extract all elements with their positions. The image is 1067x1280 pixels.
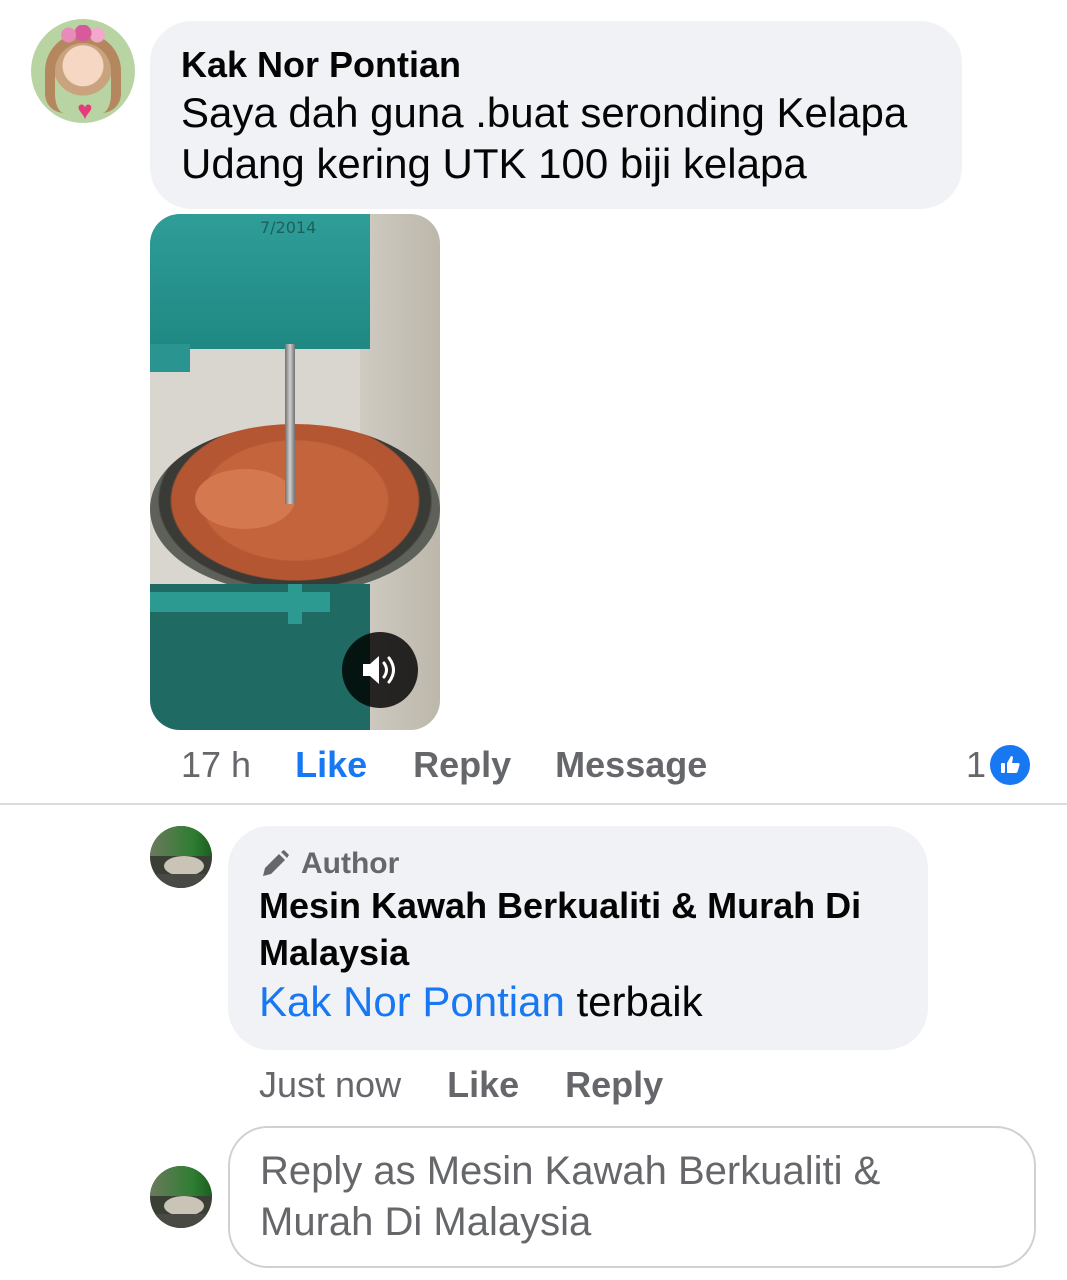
reply-like-button[interactable]: Like xyxy=(447,1064,519,1106)
composer-avatar xyxy=(150,1166,212,1228)
reply-author-name[interactable]: Mesin Kawah Berkualiti & Murah Di Malays… xyxy=(259,882,898,976)
reply-input[interactable]: Reply as Mesin Kawah Berkualiti & Murah … xyxy=(228,1126,1036,1268)
reply-actions: Just now Like Reply xyxy=(259,1062,663,1108)
comment-bubble: Kak Nor Pontian Saya dah guna .buat sero… xyxy=(150,21,962,209)
comment-timestamp[interactable]: 17 h xyxy=(181,744,251,786)
message-button[interactable]: Message xyxy=(555,744,707,786)
speaker-icon[interactable] xyxy=(342,632,418,708)
reaction-summary[interactable]: 1 xyxy=(966,742,1033,788)
reply-body: terbaik xyxy=(564,978,703,1025)
author-badge-label: Author xyxy=(301,847,400,880)
author-badge: Author xyxy=(259,846,898,882)
divider xyxy=(0,803,1067,805)
reply-input-placeholder: Reply as Mesin Kawah Berkualiti & Murah … xyxy=(260,1149,881,1244)
pencil-icon xyxy=(259,848,291,880)
reply-text: Kak Nor Pontian terbaik xyxy=(259,976,898,1027)
commenter-avatar[interactable]: ♥ xyxy=(31,19,135,123)
comment-video[interactable]: 7/2014 xyxy=(150,214,440,730)
reaction-count: 1 xyxy=(966,744,987,785)
comment-author-name[interactable]: Kak Nor Pontian xyxy=(181,43,930,87)
media-date-label: 7/2014 xyxy=(260,218,317,237)
like-button[interactable]: Like xyxy=(295,744,367,786)
reply-bubble: Author Mesin Kawah Berkualiti & Murah Di… xyxy=(228,826,928,1050)
reply-timestamp[interactable]: Just now xyxy=(259,1064,401,1106)
comment-actions: 17 h Like Reply Message xyxy=(181,742,707,788)
reply-reply-button[interactable]: Reply xyxy=(565,1064,663,1106)
mention-link[interactable]: Kak Nor Pontian xyxy=(259,978,565,1025)
like-thumb-icon xyxy=(988,743,1033,787)
comment-text: Saya dah guna .buat seronding Kelapa Uda… xyxy=(181,89,908,187)
page-avatar[interactable] xyxy=(150,826,212,888)
reply-button[interactable]: Reply xyxy=(413,744,511,786)
